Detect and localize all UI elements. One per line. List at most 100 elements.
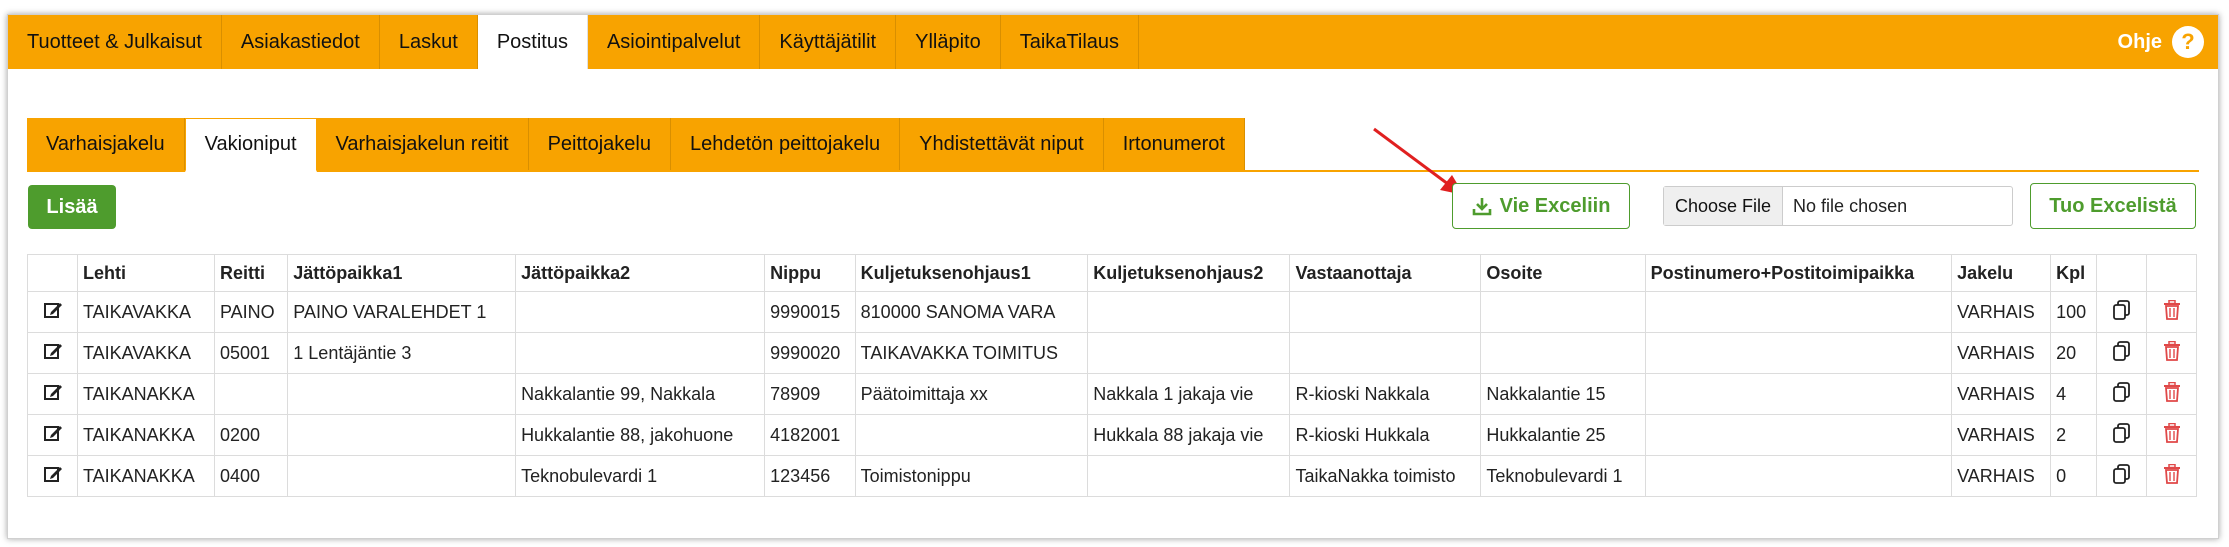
cell-kuljetuksenohjaus1: Päätoimittaja xx — [854, 373, 1089, 415]
cell-osoite: Nakkalantie 15 — [1480, 373, 1646, 415]
file-input[interactable]: Choose File No file chosen — [1663, 186, 2013, 226]
cell-reitti: PAINO — [213, 291, 289, 333]
export-excel-button[interactable]: Vie Exceliin — [1452, 183, 1630, 229]
header-vastaanottaja[interactable]: Vastaanottaja — [1289, 254, 1482, 292]
subtab-vakioniput[interactable]: Vakioniput — [184, 118, 317, 172]
trash-icon[interactable] — [2163, 422, 2181, 448]
table-row: TAIKANAKKA 0200 Hukkalantie 88, jakohuone 4… — [27, 414, 2197, 456]
cell-jattopaikka2: Hukkalantie 88, jakohuone — [515, 414, 766, 456]
edit-icon[interactable] — [43, 423, 63, 448]
cell-reitti: 0200 — [213, 414, 289, 456]
delete-cell — [2146, 332, 2197, 374]
copy-cell — [2096, 291, 2147, 333]
cell-postinumero — [1644, 373, 1953, 415]
cell-kpl: 20 — [2050, 332, 2097, 374]
edit-icon[interactable] — [43, 382, 63, 407]
header-kpl[interactable]: Kpl — [2050, 254, 2097, 292]
nav-tab-asiointipalvelut[interactable]: Asiointipalvelut — [588, 15, 761, 69]
header-jattopaikka1[interactable]: Jättöpaikka1 — [287, 254, 517, 292]
header-postinumero[interactable]: Postinumero+Postitoimipaikka — [1644, 254, 1953, 292]
subtab-peittojakelu[interactable]: Peittojakelu — [528, 118, 671, 170]
nav-tab-asiakastiedot[interactable]: Asiakastiedot — [222, 15, 380, 69]
header-jattopaikka2[interactable]: Jättöpaikka2 — [515, 254, 766, 292]
subtab-varhaisjakelun-reitit[interactable]: Varhaisjakelun reitit — [316, 118, 529, 170]
trash-icon[interactable] — [2163, 463, 2181, 489]
export-excel-label: Vie Exceliin — [1499, 194, 1611, 217]
cell-nippu: 78909 — [764, 373, 856, 415]
subtab-irtonumerot[interactable]: Irtonumerot — [1103, 118, 1245, 170]
trash-icon[interactable] — [2163, 299, 2181, 325]
header-delete — [2146, 254, 2197, 292]
cell-postinumero — [1644, 332, 1953, 374]
cell-vastaanottaja — [1289, 332, 1482, 374]
header-lehti[interactable]: Lehti — [77, 254, 215, 292]
cell-jattopaikka2 — [515, 291, 766, 333]
cell-kuljetuksenohjaus1: Toimistonippu — [854, 455, 1089, 497]
copy-icon[interactable] — [2112, 299, 2132, 326]
add-button[interactable]: Lisää — [28, 185, 116, 229]
cell-nippu: 9990015 — [764, 291, 856, 333]
header-reitti[interactable]: Reitti — [213, 254, 289, 292]
header-jakelu[interactable]: Jakelu — [1951, 254, 2052, 292]
nav-tab-yllapito[interactable]: Ylläpito — [896, 15, 1001, 69]
header-nippu[interactable]: Nippu — [764, 254, 856, 292]
cell-lehti: TAIKANAKKA — [77, 455, 215, 497]
subtab-varhaisjakelu[interactable]: Varhaisjakelu — [27, 118, 185, 170]
nav-tab-tuotteet[interactable]: Tuotteet & Julkaisut — [8, 15, 222, 69]
edit-cell — [27, 291, 78, 333]
cell-jattopaikka1: 1 Lentäjäntie 3 — [287, 332, 517, 374]
cell-reitti — [213, 373, 289, 415]
copy-icon[interactable] — [2112, 422, 2132, 449]
download-icon — [1472, 198, 1491, 216]
nav-tab-laskut[interactable]: Laskut — [380, 15, 478, 69]
cell-jattopaikka2: Nakkalantie 99, Nakkala — [515, 373, 766, 415]
top-navigation: Tuotteet & Julkaisut Asiakastiedot Lasku… — [8, 15, 2218, 69]
copy-cell — [2096, 414, 2147, 456]
delete-cell — [2146, 373, 2197, 415]
cell-kuljetuksenohjaus2: Hukkala 88 jakaja vie — [1087, 414, 1291, 456]
help-link[interactable]: Ohje ? — [2118, 15, 2218, 69]
cell-lehti: TAIKANAKKA — [77, 414, 215, 456]
subtab-yhdistettavat-niput[interactable]: Yhdistettävät niput — [900, 118, 1104, 170]
edit-icon[interactable] — [43, 341, 63, 366]
edit-cell — [27, 332, 78, 374]
nav-tab-kayttajatilit[interactable]: Käyttäjätilit — [760, 15, 897, 69]
cell-osoite: Teknobulevardi 1 — [1480, 455, 1646, 497]
file-status: No file chosen — [1793, 195, 1908, 216]
trash-icon[interactable] — [2163, 340, 2181, 366]
subtab-lehdeton-peittojakelu[interactable]: Lehdetön peittojakelu — [670, 118, 901, 170]
table-row: TAIKAVAKKA 05001 1 Lentäjäntie 3 9990020 TAI… — [27, 332, 2197, 374]
cell-jattopaikka1 — [287, 455, 517, 497]
table-row: TAIKANAKKA 0400 Teknobulevardi 1 123456 Toim… — [27, 455, 2197, 497]
copy-icon[interactable] — [2112, 463, 2132, 490]
nav-tab-postitus[interactable]: Postitus — [477, 15, 588, 69]
copy-cell — [2096, 455, 2147, 497]
table-row: TAIKAVAKKA PAINO PAINO VARALEHDET 1 9990015… — [27, 291, 2197, 333]
copy-icon[interactable] — [2112, 340, 2132, 367]
choose-file-button[interactable]: Choose File — [1664, 187, 1784, 225]
delete-cell — [2146, 455, 2197, 497]
cell-osoite — [1480, 291, 1646, 333]
edit-cell — [27, 373, 78, 415]
edit-cell — [27, 455, 78, 497]
header-edit — [27, 254, 78, 292]
nav-tab-taikatilaus[interactable]: TaikaTilaus — [1001, 15, 1140, 69]
header-kuljetuksenohjaus2[interactable]: Kuljetuksenohjaus2 — [1087, 254, 1291, 292]
delete-cell — [2146, 291, 2197, 333]
help-label: Ohje — [2117, 30, 2162, 53]
copy-icon[interactable] — [2112, 381, 2132, 408]
cell-kpl: 2 — [2050, 414, 2097, 456]
edit-icon[interactable] — [43, 464, 63, 489]
header-osoite[interactable]: Osoite — [1480, 254, 1646, 292]
import-excel-button[interactable]: Tuo Excelistä — [2030, 183, 2196, 229]
help-icon: ? — [2172, 26, 2204, 58]
trash-icon[interactable] — [2163, 381, 2181, 407]
cell-lehti: TAIKANAKKA — [77, 373, 215, 415]
cell-vastaanottaja: R-kioski Nakkala — [1289, 373, 1482, 415]
cell-nippu: 9990020 — [764, 332, 856, 374]
cell-nippu: 123456 — [764, 455, 856, 497]
edit-icon[interactable] — [43, 300, 63, 325]
header-kuljetuksenohjaus1[interactable]: Kuljetuksenohjaus1 — [854, 254, 1089, 292]
cell-jakelu: VARHAIS — [1951, 373, 2052, 415]
cell-jattopaikka2: Teknobulevardi 1 — [515, 455, 766, 497]
